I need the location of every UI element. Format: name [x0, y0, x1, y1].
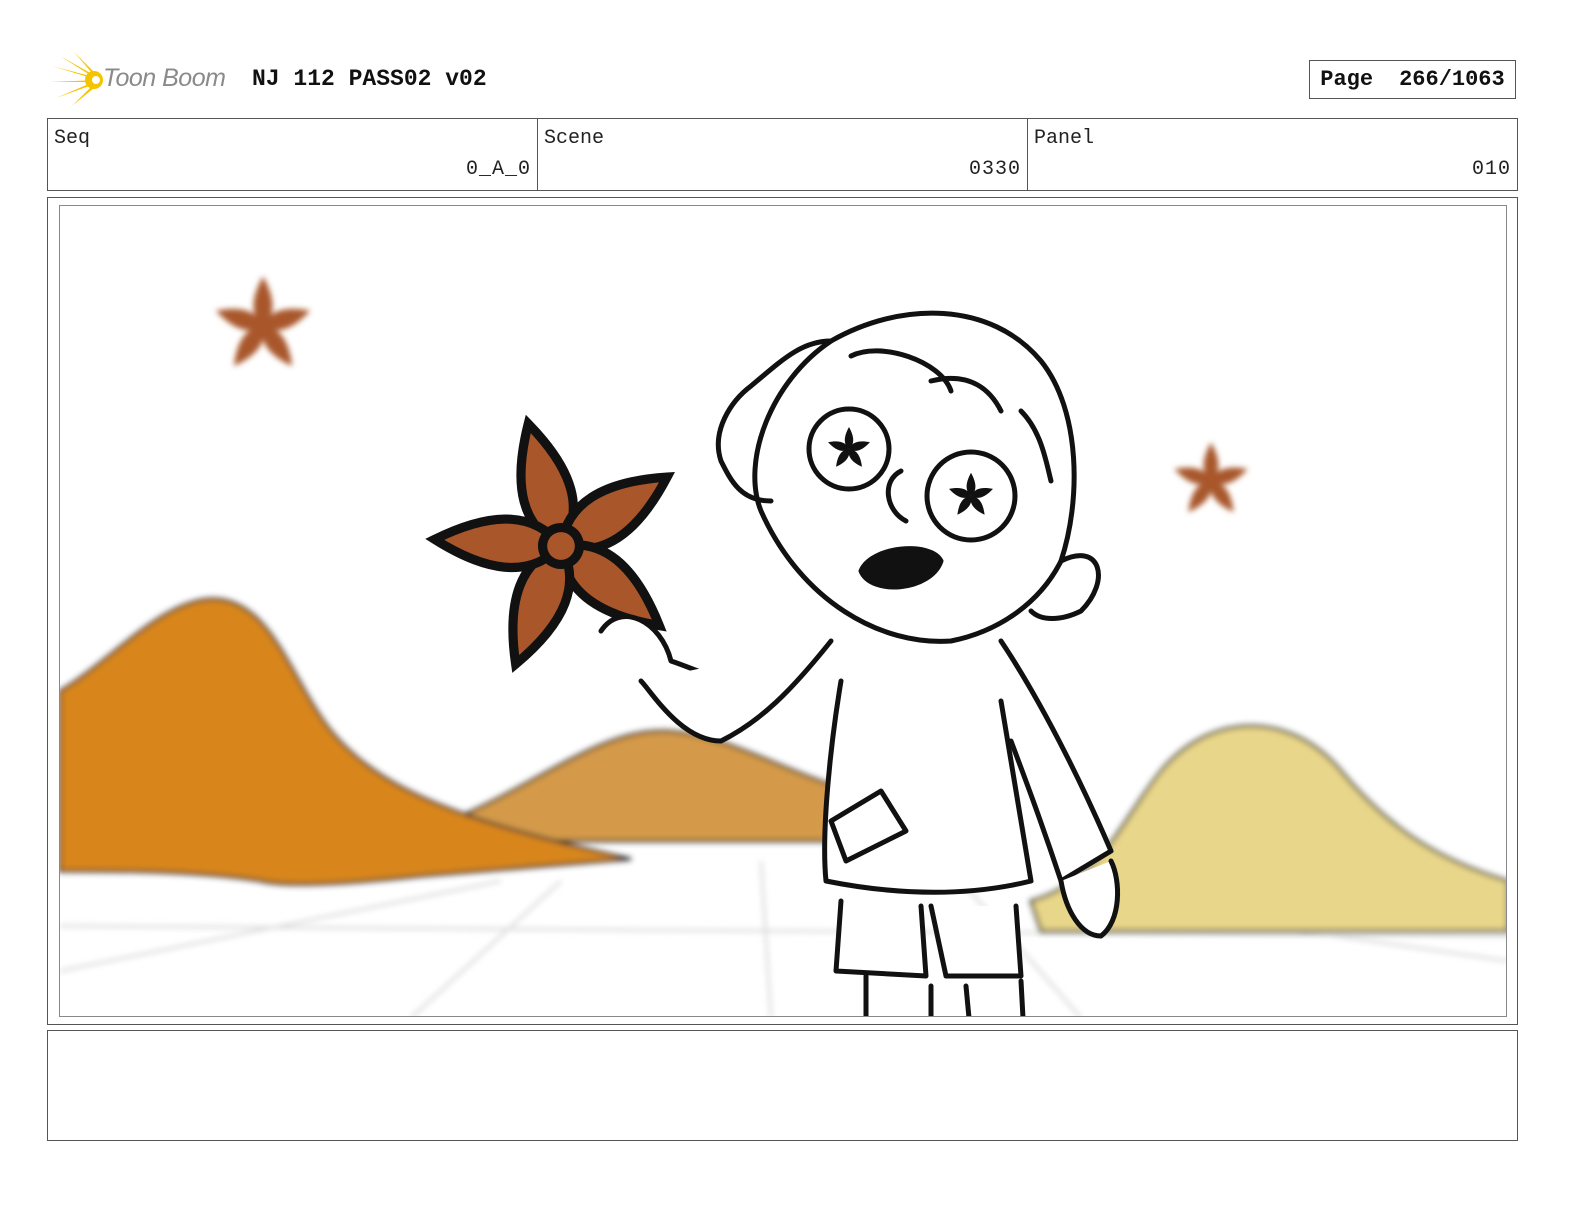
page-indicator: Page 266/1063 — [1309, 60, 1516, 99]
scene-value: 0330 — [968, 158, 1021, 181]
logo-text: Toon Boom — [103, 64, 226, 92]
seq-cell: Seq 0_A_0 — [48, 119, 538, 190]
caption-box — [47, 1030, 1518, 1141]
mountain-tan — [459, 729, 853, 843]
seq-label: Seq — [54, 127, 91, 150]
shot-info-table: Seq 0_A_0 Scene 0330 Panel 010 — [47, 118, 1518, 191]
panel-label: Panel — [1034, 127, 1095, 150]
storyboard-drawing — [60, 276, 1506, 1016]
panel-cell: Panel 010 — [1028, 119, 1517, 190]
scene-cell: Scene 0330 — [538, 119, 1028, 190]
page-value: 266/1063 — [1399, 67, 1505, 92]
page-label: Page — [1320, 67, 1374, 92]
storyboard-title: NJ 112 PASS02 v02 — [252, 66, 487, 92]
panel-value: 010 — [1471, 158, 1511, 181]
seq-value: 0_A_0 — [465, 158, 531, 181]
scene-label: Scene — [544, 127, 605, 150]
panel-artwork — [59, 205, 1507, 1017]
starburst-icon — [50, 52, 103, 106]
